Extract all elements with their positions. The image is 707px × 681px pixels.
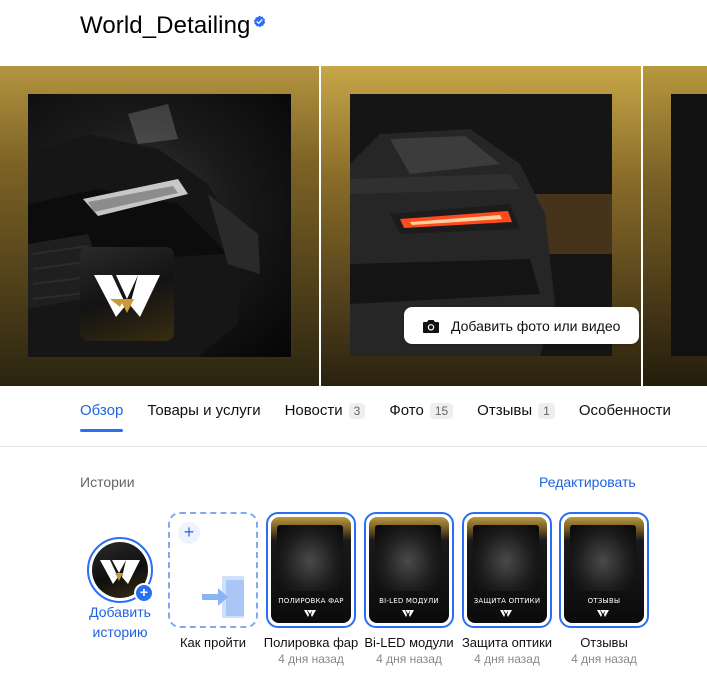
story-card[interactable]: ЗАЩИТА ОПТИКИ [462,512,552,628]
story-car-image [375,525,441,591]
business-title-row: World_Detailing [80,12,266,40]
tab-bar: Обзор Товары и услуги Новости 3 Фото 15 От… [80,402,695,434]
add-story-button[interactable]: + [87,537,154,603]
brand-logo-icon [402,610,414,617]
tab-overview[interactable]: Обзор [80,402,124,434]
brand-logo [80,247,174,341]
add-media-button[interactable]: Добавить фото или видео [404,307,639,344]
camera-icon [423,319,439,333]
section-divider [0,446,707,447]
story-date: 4 дня назад [571,652,637,666]
tab-count-badge: 3 [348,403,366,419]
edit-stories-link[interactable]: Редактировать [539,474,636,490]
story-card[interactable]: ОТЗЫВЫ [559,512,649,628]
story-caption: ЗАЩИТА ОПТИКИ [473,597,541,605]
story-card[interactable]: BI-LED МОДУЛИ [364,512,454,628]
story-car-image [277,525,343,591]
how-to-get-label: Как пройти [179,635,247,650]
story-date: 4 дня назад [474,652,540,666]
tab-photos[interactable]: Фото 15 [389,402,454,434]
brand-logo-icon [500,610,512,617]
how-to-get-card[interactable]: + [168,512,258,628]
story-title: Отзывы [580,635,628,650]
brand-logo-icon [304,610,316,617]
tab-count-badge: 1 [538,403,555,419]
plus-icon: + [134,583,154,603]
story-caption: ОТЗЫВЫ [587,597,621,605]
tab-count-badge: 15 [429,403,454,419]
story-title: Bi-LED модули [364,635,454,650]
enter-door-icon [202,576,244,618]
story-date: 4 дня назад [278,652,344,666]
story-car-image [570,525,636,591]
photo-gallery[interactable]: Добавить фото или видео [0,66,707,386]
tab-goods-services[interactable]: Товары и услуги [147,402,260,434]
add-story-label[interactable]: Добавить историю [70,602,170,642]
story-title: Полировка фар [263,635,359,650]
tab-reviews[interactable]: Отзывы 1 [477,402,555,434]
stories-heading: Истории [80,474,135,490]
add-media-label: Добавить фото или видео [451,317,621,334]
story-title: Защита оптики [461,635,553,650]
story-caption: BI-LED МОДУЛИ [379,597,439,605]
gallery-photo-3[interactable] [643,66,707,386]
story-card[interactable]: ПОЛИРОВКА ФАР [266,512,356,628]
brand-logo-icon [597,610,609,617]
verified-badge-icon [254,15,266,27]
plus-icon: + [178,522,200,544]
story-date: 4 дня назад [376,652,442,666]
tab-news[interactable]: Новости 3 [285,402,366,434]
business-title: World_Detailing [80,12,251,39]
tab-features[interactable]: Особенности [579,402,671,434]
story-car-image [473,525,539,591]
story-caption: ПОЛИРОВКА ФАР [278,597,344,605]
